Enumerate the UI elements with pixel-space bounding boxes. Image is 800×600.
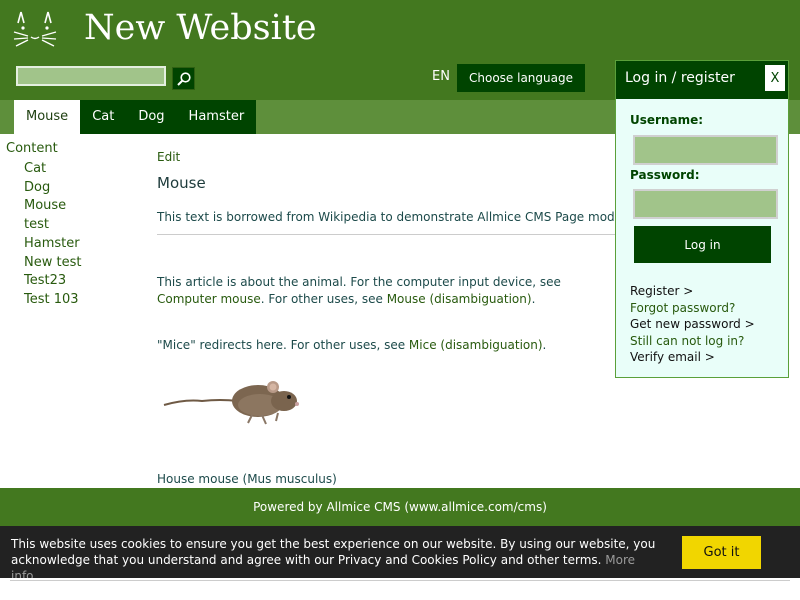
about-text-1: This article is about the animal. For th… (157, 275, 561, 289)
mice-disambiguation-link[interactable]: Mice (disambiguation) (409, 338, 543, 352)
cat-logo-icon (13, 11, 57, 47)
footer: Powered by Allmice CMS (www.allmice.com/… (0, 488, 800, 526)
tab-dog[interactable]: Dog (126, 100, 176, 134)
sidebar-item-dog[interactable]: Dog (24, 179, 136, 198)
verify-email-link[interactable]: Verify email > (630, 349, 755, 366)
username-label: Username: (630, 113, 704, 127)
sidebar-item-cat[interactable]: Cat (24, 160, 136, 179)
login-header: Log in / register X (616, 61, 788, 99)
username-field[interactable] (633, 135, 778, 165)
cannot-login-link[interactable]: Still can not log in? (630, 333, 755, 350)
redirect-text-1: "Mice" redirects here. For other uses, s… (157, 338, 409, 352)
redirect-paragraph: "Mice" redirects here. For other uses, s… (157, 338, 546, 352)
about-text-3: . (531, 292, 536, 306)
search-button[interactable] (172, 67, 195, 90)
language-code: EN (432, 69, 450, 84)
tab-cat[interactable]: Cat (80, 100, 126, 134)
sidebar-item-hamster[interactable]: Hamster (24, 235, 136, 254)
sidebar-item-new-test[interactable]: New test (24, 254, 136, 273)
login-button[interactable]: Log in (634, 226, 771, 263)
cookie-message: This website uses cookies to ensure you … (11, 537, 656, 567)
password-label: Password: (630, 168, 700, 182)
close-button[interactable]: X (765, 65, 785, 91)
page-bottom (0, 578, 800, 600)
cookie-banner: This website uses cookies to ensure you … (0, 526, 800, 583)
cookie-text-block: This website uses cookies to ensure you … (11, 536, 661, 584)
site-title: New Website (84, 8, 317, 48)
computer-mouse-link[interactable]: Computer mouse (157, 292, 261, 306)
password-field[interactable] (633, 189, 778, 219)
choose-language-button[interactable]: Choose language (457, 64, 585, 92)
nav-tabs: Mouse Cat Dog Hamster (14, 100, 257, 134)
tab-mouse[interactable]: Mouse (14, 100, 81, 134)
bottom-divider (10, 580, 790, 581)
sidebar-item-test-103[interactable]: Test 103 (24, 291, 136, 310)
page-title: Mouse (157, 174, 206, 192)
sidebar-item-test[interactable]: test (24, 216, 136, 235)
search-icon (176, 71, 191, 86)
about-text-2: . For other uses, see (260, 292, 387, 306)
sidebar-title[interactable]: Content (6, 141, 136, 157)
login-links: Register > Forgot password? Get new pass… (630, 283, 755, 366)
intro-text: This text is borrowed from Wikipedia to … (157, 210, 637, 224)
register-link[interactable]: Register > (630, 283, 755, 300)
get-new-password-link[interactable]: Get new password > (630, 316, 755, 333)
redirect-text-2: . (542, 338, 547, 352)
tab-hamster[interactable]: Hamster (177, 100, 257, 134)
footer-text: Powered by Allmice CMS (www.allmice.com/… (253, 500, 547, 514)
login-title: Log in / register (625, 70, 735, 86)
divider (157, 234, 617, 235)
accept-cookies-button[interactable]: Got it (682, 536, 761, 569)
image-caption: House mouse (Mus musculus) (157, 472, 337, 486)
mouse-disambiguation-link[interactable]: Mouse (disambiguation) (387, 292, 532, 306)
mouse-image (163, 381, 299, 425)
sidebar-item-test23[interactable]: Test23 (24, 272, 136, 291)
edit-link[interactable]: Edit (157, 150, 180, 164)
about-paragraph: This article is about the animal. For th… (157, 274, 617, 308)
login-panel: Log in / register X Username: Password: … (615, 60, 789, 378)
search-input[interactable] (16, 66, 166, 86)
content-sidebar: Content Cat Dog Mouse test Hamster New t… (6, 141, 136, 310)
sidebar-item-mouse[interactable]: Mouse (24, 197, 136, 216)
forgot-password-link[interactable]: Forgot password? (630, 300, 755, 317)
